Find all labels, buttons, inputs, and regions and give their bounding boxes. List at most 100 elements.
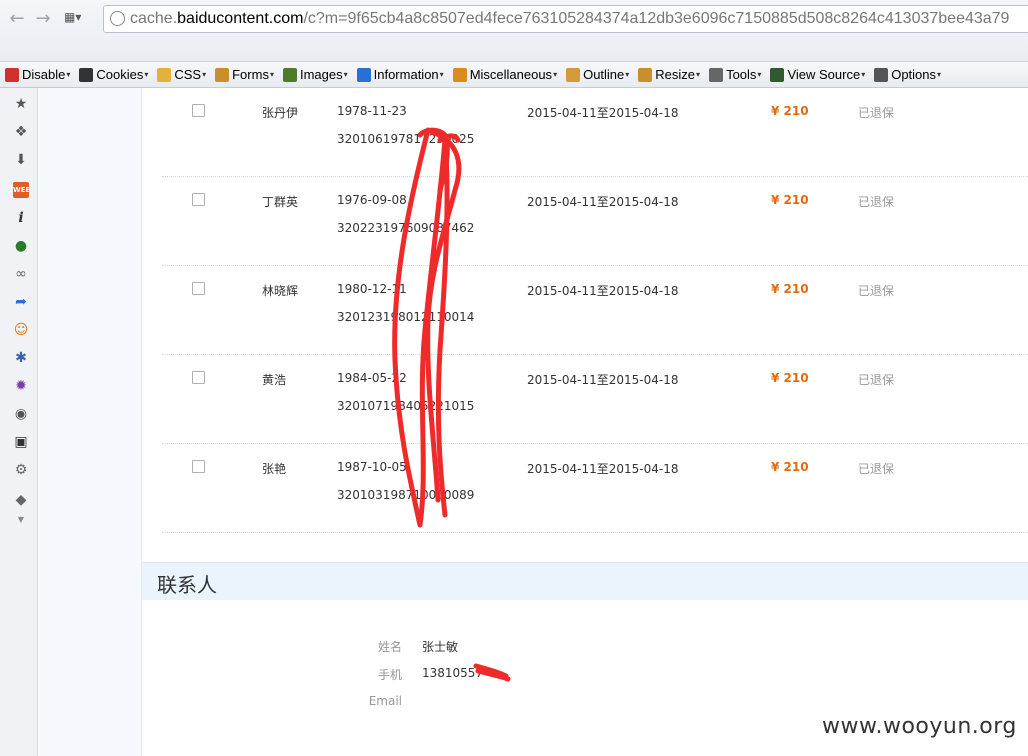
- table-row: 林晓辉 1980-12-11 320123198012110014 2015-04-1…: [162, 266, 1028, 355]
- back-arrow-icon[interactable]: ←: [6, 8, 28, 30]
- dropdown-caret-icon: ▾: [696, 70, 701, 79]
- disable-icon: [5, 67, 19, 82]
- insured-name: 丁群英: [262, 195, 299, 209]
- row-checkbox[interactable]: [192, 371, 205, 384]
- insured-id-number: 320107198405221015: [337, 399, 475, 413]
- insured-price: ¥ 210: [771, 282, 809, 296]
- contact-name-label: 姓名: [377, 640, 402, 654]
- insured-id-number: 320103198710050089: [337, 488, 475, 502]
- page-globe-icon: [110, 11, 125, 26]
- resize-icon: [638, 67, 653, 82]
- web-developer-toolbar: Disable ▾ Cookies ▾ CSS ▾ Forms ▾ Images ▾ Informa…: [0, 62, 1028, 88]
- insured-date-range: 2015-04-11至2015-04-18: [527, 462, 679, 476]
- insured-price: ¥ 210: [771, 193, 809, 207]
- toolbar-item-label: Images: [299, 67, 343, 82]
- dropdown-caret-icon: ▾: [937, 70, 942, 79]
- row-checkbox[interactable]: [192, 193, 205, 206]
- toolbar-item-miscellaneous[interactable]: Miscellaneous ▾: [452, 67, 557, 82]
- dropdown-caret-icon: ▾: [757, 70, 762, 79]
- toolbar-item-options[interactable]: Options ▾: [874, 67, 941, 82]
- table-row: 丁群英 1976-09-08 320223197609087462 2015-04-1…: [162, 177, 1028, 266]
- insured-date-range: 2015-04-11至2015-04-18: [527, 195, 679, 209]
- dropdown-caret-icon: ▾: [439, 70, 444, 79]
- insured-name: 张丹伊: [262, 106, 299, 120]
- forms-icon: [215, 67, 230, 82]
- info-i-icon[interactable]: i: [13, 210, 29, 226]
- outline-pencil-icon: [566, 67, 581, 82]
- row-checkbox[interactable]: [192, 104, 205, 117]
- page-content: 张丹伊 1978-11-23 320106197811230025 2015-04-1…: [142, 88, 1028, 756]
- pointer-select-icon[interactable]: ➦: [13, 294, 29, 310]
- toolbar-item-css[interactable]: CSS ▾: [157, 67, 206, 82]
- contact-email-label: Email: [368, 694, 402, 708]
- contact-section-title: 联系人: [157, 573, 217, 597]
- layout-grid-icon[interactable]: ▣: [13, 434, 29, 450]
- puzzle-icon[interactable]: ❖: [13, 124, 29, 140]
- insured-dob: 1980-12-11: [337, 282, 407, 296]
- toolbar-item-images[interactable]: Images ▾: [282, 67, 348, 82]
- watermark-text: www.wooyun.org: [822, 714, 1017, 739]
- insured-date-range: 2015-04-11至2015-04-18: [527, 284, 679, 298]
- web-badge-icon[interactable]: WEB: [13, 182, 31, 198]
- toolbar-item-label: Forms: [232, 67, 269, 82]
- toolbar-item-cookies[interactable]: Cookies ▾: [79, 67, 148, 82]
- insured-name: 黄浩: [262, 373, 287, 387]
- toolbar-item-label: Tools: [726, 67, 757, 82]
- insured-status: 已退保: [858, 373, 895, 387]
- insured-status: 已退保: [858, 195, 895, 209]
- toolbar-item-disable[interactable]: Disable ▾: [5, 67, 70, 82]
- insured-date-range: 2015-04-11至2015-04-18: [527, 373, 679, 387]
- insured-price: ¥ 210: [771, 460, 809, 474]
- insured-id-number: 320123198012110014: [337, 310, 475, 324]
- contact-phone-value: 13810557: [422, 666, 484, 680]
- dropdown-caret-icon: ▾: [144, 70, 149, 79]
- gear-globe-icon[interactable]: ⚙: [13, 462, 29, 478]
- palette-icon[interactable]: ◉: [13, 406, 29, 422]
- row-checkbox[interactable]: [192, 282, 205, 295]
- insured-status: 已退保: [858, 462, 895, 476]
- toolbar-item-tools[interactable]: Tools ▾: [709, 67, 761, 82]
- images-icon: [282, 67, 297, 82]
- toolbar-item-label: Options: [891, 67, 937, 82]
- insured-id-number: 320106197811230025: [337, 132, 475, 146]
- apps-grid-icon[interactable]: ▦▾: [64, 10, 94, 28]
- chevron-down-icon[interactable]: ▼: [13, 512, 29, 528]
- green-circle-icon[interactable]: ●: [13, 238, 29, 254]
- contact-phone-label: 手机: [377, 668, 402, 682]
- insured-date-range: 2015-04-11至2015-04-18: [527, 106, 679, 120]
- toolbar-item-label: Outline: [583, 67, 625, 82]
- options-icon: [874, 67, 889, 82]
- forward-arrow-icon[interactable]: →: [32, 8, 54, 30]
- insured-status: 已退保: [858, 106, 895, 120]
- insured-dob: 1987-10-05: [337, 460, 407, 474]
- toolbar-item-label: Resize: [655, 67, 696, 82]
- misc-icon: [452, 67, 467, 82]
- toolbar-item-forms[interactable]: Forms ▾: [215, 67, 274, 82]
- purple-burst-icon[interactable]: ✹: [13, 378, 29, 394]
- download-arrow-icon[interactable]: ⬇: [13, 152, 29, 168]
- insured-dob: 1984-05-22: [337, 371, 407, 385]
- url-prefix: cache.: [130, 10, 178, 27]
- url-path: /c?m=9f65cb4a8c8507ed4fece763105284374a1…: [303, 10, 1010, 27]
- toolbar-item-label: CSS: [174, 67, 202, 82]
- toolbar-item-outline[interactable]: Outline ▾: [566, 67, 629, 82]
- insured-dob: 1976-09-08: [337, 193, 407, 207]
- swirl-icon[interactable]: ✱: [13, 350, 29, 366]
- tag-icon[interactable]: ◆: [13, 492, 29, 508]
- dropdown-caret-icon: ▾: [66, 70, 71, 79]
- insured-name: 林晓辉: [262, 284, 299, 298]
- address-bar[interactable]: cache.baiducontent.com/c?m=9f65cb4a8c850…: [103, 5, 1028, 33]
- warning-face-icon[interactable]: ☺: [13, 322, 29, 338]
- insured-name: 张艳: [262, 462, 287, 476]
- row-checkbox[interactable]: [192, 460, 205, 473]
- toolbar-item-view-source[interactable]: View Source ▾: [770, 67, 865, 82]
- toolbar-item-label: Cookies: [96, 67, 144, 82]
- toolbar-item-information[interactable]: Information ▾: [356, 67, 444, 82]
- toolbar-item-label: Disable: [22, 67, 66, 82]
- star-icon[interactable]: ★: [13, 96, 29, 112]
- toolbar-item-label: View Source: [787, 67, 861, 82]
- toolbar-item-resize[interactable]: Resize ▾: [638, 67, 700, 82]
- link-chain-icon[interactable]: ∞: [13, 266, 29, 282]
- contact-section-header: 联系人: [142, 562, 1028, 600]
- extension-sidebar: ★ ❖ ⬇ WEB i ● ∞ ➦ ☺ ✱ ✹ ◉ ▣ ⚙ ◆ ▼: [0, 88, 38, 756]
